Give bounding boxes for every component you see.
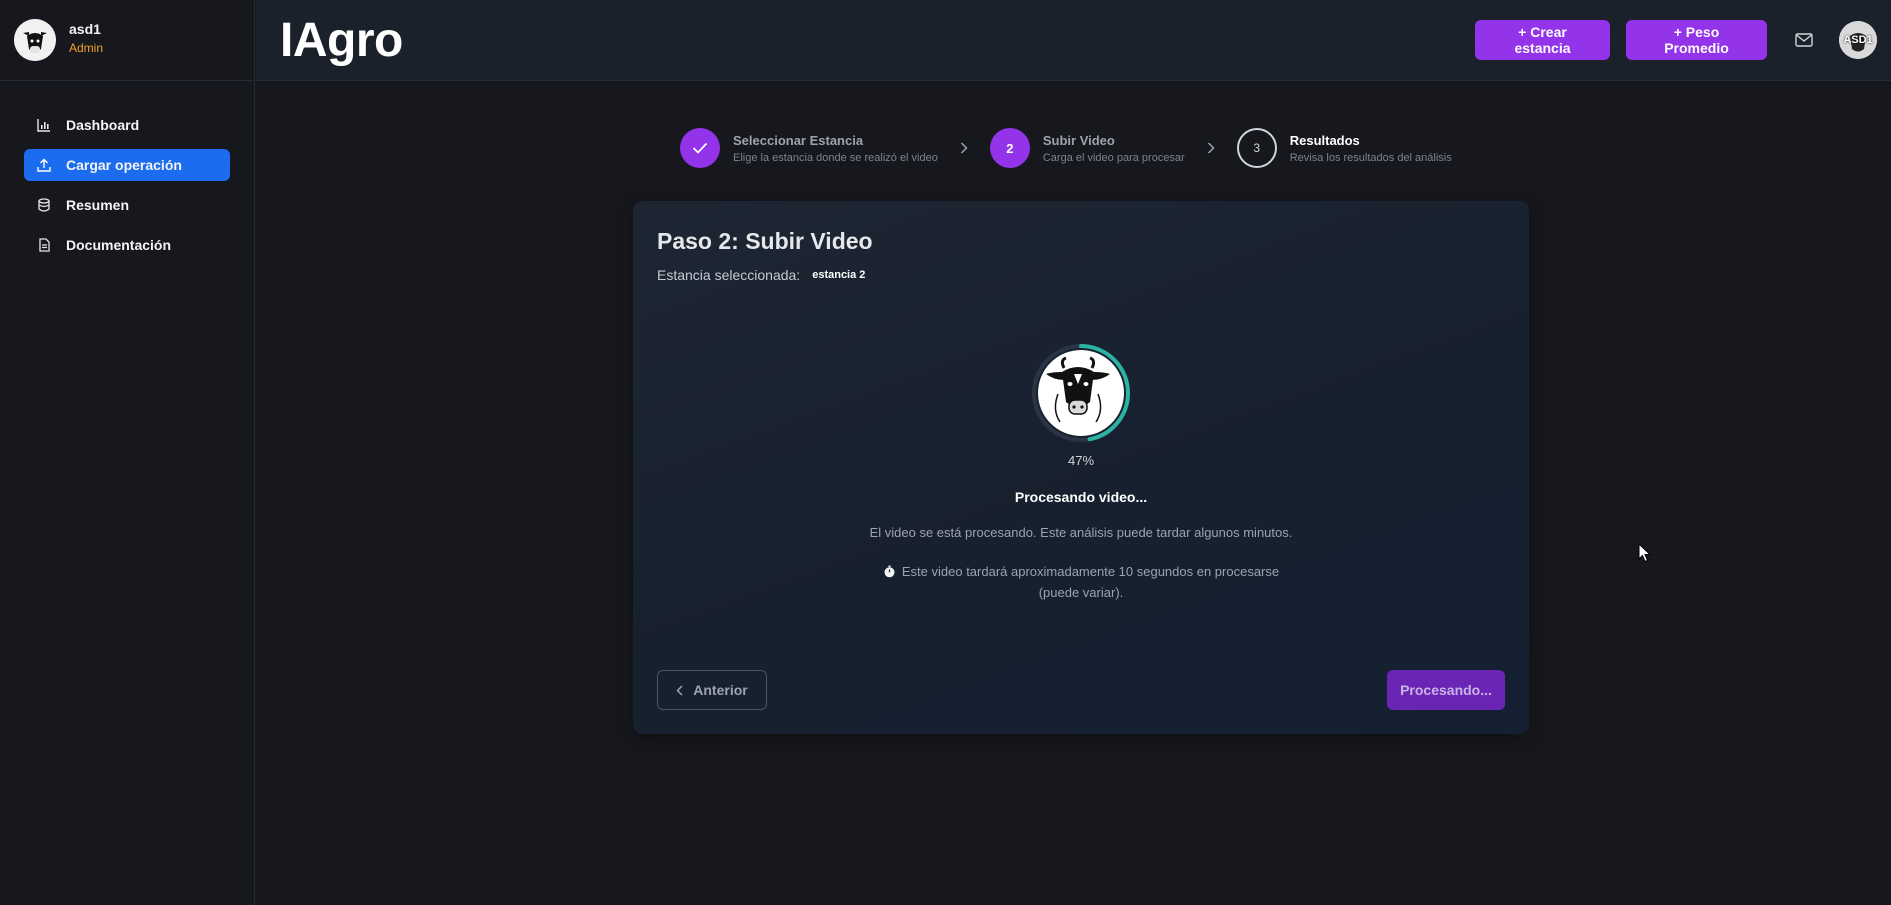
step-subir-video[interactable]: 2 Subir Video Carga el video para proces…	[989, 128, 1185, 168]
processing-button[interactable]: Procesando...	[1387, 670, 1505, 710]
top-header: IAgro + Crear estancia + Peso Promedio A…	[256, 0, 1891, 81]
upload-icon	[36, 157, 52, 173]
bar-chart-icon	[36, 117, 52, 133]
eta-line-1: Este video tardará aproximadamente 10 se…	[901, 564, 1280, 579]
step-resultados[interactable]: 3 Resultados Revisa los resultados del a…	[1236, 128, 1452, 168]
step-circle-done	[680, 128, 720, 168]
selected-estancia: Estancia seleccionada: estancia 2	[657, 267, 865, 283]
user-block: asd1 Admin	[0, 0, 254, 81]
step-title: Seleccionar Estancia	[733, 132, 864, 148]
cow-logo-icon	[1038, 350, 1124, 436]
chevron-right-icon	[1207, 142, 1219, 154]
step-subtitle: Carga el video para procesar	[1042, 151, 1185, 164]
document-icon	[36, 237, 52, 253]
step-title: Resultados	[1289, 132, 1360, 148]
avatar-initials: ASD1	[1843, 34, 1873, 46]
peso-promedio-button[interactable]: + Peso Promedio	[1626, 20, 1767, 60]
estancia-value: estancia 2	[812, 269, 866, 281]
processing-description: El video se está procesando. Este anális…	[869, 525, 1293, 540]
step-subtitle: Revisa los resultados del análisis	[1289, 151, 1452, 164]
sidebar-item-documentacion[interactable]: Documentación	[24, 229, 230, 261]
mail-icon[interactable]	[1793, 29, 1815, 51]
card-title: Paso 2: Subir Video	[657, 228, 873, 254]
sidebar-item-label: Cargar operación	[66, 157, 182, 173]
sidebar: asd1 Admin Dashboard Cargar operación Re…	[0, 0, 255, 905]
step-circle-current: 2	[989, 128, 1030, 168]
stopwatch-icon	[883, 565, 896, 578]
previous-button-label: Anterior	[693, 682, 748, 698]
step-seleccionar-estancia[interactable]: Seleccionar Estancia Elige la estancia d…	[680, 128, 938, 168]
upload-card: Paso 2: Subir Video Estancia seleccionad…	[633, 201, 1529, 734]
avatar[interactable]	[14, 19, 56, 61]
mouse-cursor-icon	[1638, 543, 1652, 563]
brand-title: IAgro	[280, 13, 403, 67]
user-avatar[interactable]: ASD1	[1839, 21, 1877, 59]
stepper: Seleccionar Estancia Elige la estancia d…	[680, 128, 1452, 168]
sidebar-item-label: Dashboard	[66, 117, 140, 133]
eta-line-2: (puede variar).	[1038, 585, 1124, 600]
chevron-right-icon	[960, 142, 972, 154]
step-subtitle: Elige la estancia donde se realizó el vi…	[733, 151, 938, 164]
sidebar-item-dashboard[interactable]: Dashboard	[24, 109, 230, 141]
crear-estancia-button[interactable]: + Crear estancia	[1475, 20, 1610, 60]
sidebar-item-cargar-operacion[interactable]: Cargar operación	[24, 149, 230, 181]
sidebar-item-resumen[interactable]: Resumen	[24, 189, 230, 221]
sidebar-nav: Dashboard Cargar operación Resumen Docum…	[0, 81, 254, 261]
user-name: asd1	[69, 21, 101, 37]
progress-percent: 47%	[1067, 453, 1095, 468]
processing-title: Procesando video...	[1014, 489, 1148, 505]
step-circle-pending: 3	[1236, 128, 1277, 168]
sidebar-item-label: Documentación	[66, 237, 172, 253]
chevron-left-icon	[676, 684, 683, 696]
sidebar-item-label: Resumen	[66, 197, 130, 213]
check-icon	[692, 142, 708, 154]
step-title: Subir Video	[1042, 132, 1115, 148]
user-role: Admin	[69, 41, 104, 55]
database-icon	[36, 197, 52, 213]
previous-button[interactable]: Anterior	[657, 670, 767, 710]
estancia-label: Estancia seleccionada:	[657, 267, 801, 283]
cow-logo-icon	[14, 19, 56, 61]
progress-ring	[1030, 342, 1132, 444]
eta-message: Este video tardará aproximadamente 10 se…	[633, 561, 1529, 603]
